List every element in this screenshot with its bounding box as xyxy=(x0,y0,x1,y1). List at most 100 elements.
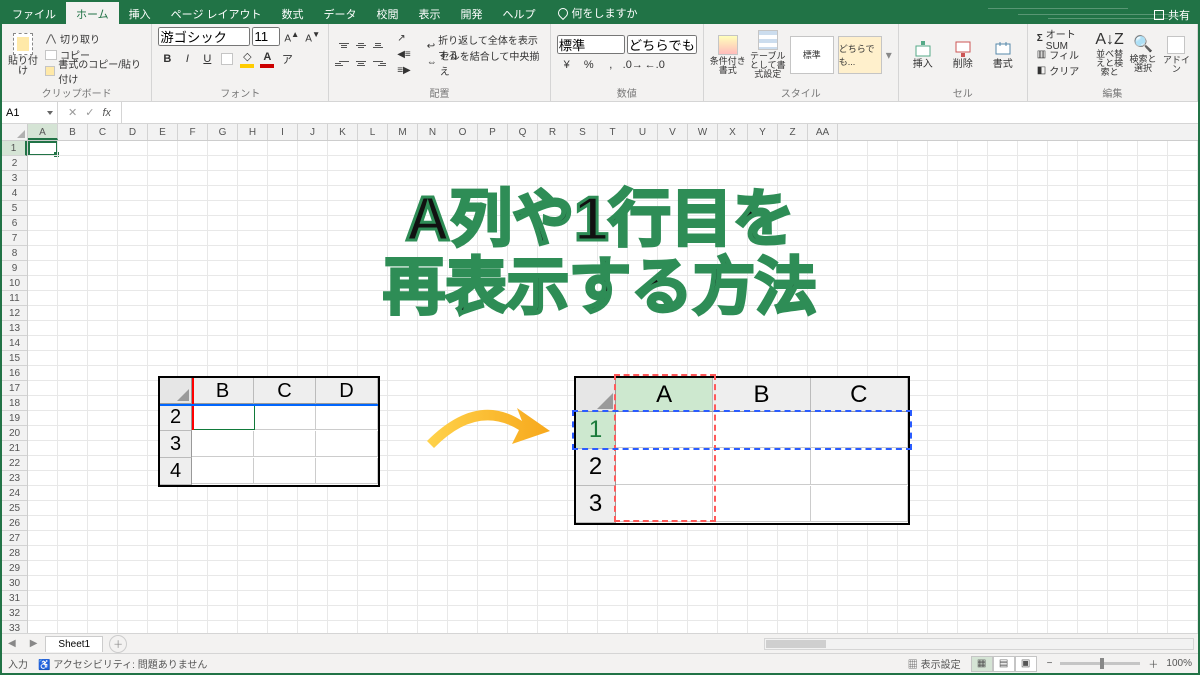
page-break-view-button[interactable]: ▣ xyxy=(1015,656,1037,672)
col-header-U[interactable]: U xyxy=(628,124,658,140)
align-right-button[interactable] xyxy=(369,56,386,72)
col-header-D[interactable]: D xyxy=(118,124,148,140)
number-format-any[interactable] xyxy=(627,35,697,54)
indent-increase-button[interactable]: ≡▶ xyxy=(394,63,414,78)
row-header-3[interactable]: 3 xyxy=(2,171,27,186)
font-size-select[interactable] xyxy=(252,27,280,46)
row-header-33[interactable]: 33 xyxy=(2,621,27,633)
row-header-7[interactable]: 7 xyxy=(2,231,27,246)
zoom-in-button[interactable]: ＋ xyxy=(1148,656,1158,671)
row-header-29[interactable]: 29 xyxy=(2,561,27,576)
row-header-16[interactable]: 16 xyxy=(2,366,27,381)
insert-cells-button[interactable]: 挿入 xyxy=(905,27,941,82)
border-button[interactable] xyxy=(218,50,236,68)
sheet-tab-1[interactable]: Sheet1 xyxy=(45,636,103,652)
font-color-button[interactable]: A xyxy=(258,50,276,68)
accounting-button[interactable]: ¥ xyxy=(557,56,577,74)
row-header-8[interactable]: 8 xyxy=(2,246,27,261)
row-header-10[interactable]: 10 xyxy=(2,276,27,291)
tab-file[interactable]: ファイル xyxy=(2,2,66,24)
col-header-H[interactable]: H xyxy=(238,124,268,140)
tab-home[interactable]: ホーム xyxy=(66,2,119,24)
col-header-K[interactable]: K xyxy=(328,124,358,140)
row-header-11[interactable]: 11 xyxy=(2,291,27,306)
clear-button[interactable]: ◧クリア xyxy=(1034,63,1091,78)
tab-help[interactable]: ヘルプ xyxy=(493,2,546,24)
row-header-23[interactable]: 23 xyxy=(2,471,27,486)
row-header-20[interactable]: 20 xyxy=(2,426,27,441)
tab-review[interactable]: 校閲 xyxy=(367,2,409,24)
tab-dev[interactable]: 開発 xyxy=(451,2,493,24)
align-top-button[interactable] xyxy=(335,38,352,54)
increase-font-button[interactable]: A▲ xyxy=(282,29,301,44)
decrease-decimal-button[interactable]: ←.0 xyxy=(645,56,665,74)
col-header-W[interactable]: W xyxy=(688,124,718,140)
col-header-F[interactable]: F xyxy=(178,124,208,140)
indent-decrease-button[interactable]: ◀≡ xyxy=(394,47,414,62)
row-header-25[interactable]: 25 xyxy=(2,501,27,516)
row-header-13[interactable]: 13 xyxy=(2,321,27,336)
col-header-C[interactable]: C xyxy=(88,124,118,140)
fx-button[interactable]: fx xyxy=(102,107,111,119)
fill-button[interactable]: ▥フィル xyxy=(1034,47,1091,62)
autosum-button[interactable]: Σオート SUM xyxy=(1034,31,1091,46)
col-header-G[interactable]: G xyxy=(208,124,238,140)
percent-button[interactable]: % xyxy=(579,56,599,74)
conditional-format-button[interactable]: 条件付き書式 xyxy=(710,27,746,82)
col-header-M[interactable]: M xyxy=(388,124,418,140)
col-header-J[interactable]: J xyxy=(298,124,328,140)
format-painter-button[interactable]: 書式のコピー/貼り付け xyxy=(42,63,145,78)
row-header-1[interactable]: 1 xyxy=(2,141,27,156)
delete-cells-button[interactable]: 削除 xyxy=(945,27,981,82)
col-header-N[interactable]: N xyxy=(418,124,448,140)
col-header-Z[interactable]: Z xyxy=(778,124,808,140)
col-header-V[interactable]: V xyxy=(658,124,688,140)
col-header-E[interactable]: E xyxy=(148,124,178,140)
italic-button[interactable]: I xyxy=(178,50,196,68)
paste-button[interactable]: 貼り付け xyxy=(8,27,38,82)
cut-button[interactable]: 切り取り xyxy=(42,31,145,46)
tab-view[interactable]: 表示 xyxy=(409,2,451,24)
align-left-button[interactable] xyxy=(335,56,352,72)
row-header-26[interactable]: 26 xyxy=(2,516,27,531)
row-header-19[interactable]: 19 xyxy=(2,411,27,426)
horizontal-scrollbar[interactable] xyxy=(764,638,1194,650)
fill-color-button[interactable]: ◇ xyxy=(238,50,256,68)
underline-button[interactable]: U xyxy=(198,50,216,68)
tab-insert[interactable]: 挿入 xyxy=(119,2,161,24)
cancel-formula-button[interactable]: ✕ xyxy=(68,106,77,119)
row-header-9[interactable]: 9 xyxy=(2,261,27,276)
phonetic-button[interactable]: ア xyxy=(278,50,296,68)
align-middle-button[interactable] xyxy=(352,38,369,54)
tab-formulas[interactable]: 数式 xyxy=(272,2,314,24)
sheet-nav-next[interactable]: ▶ xyxy=(24,638,44,649)
col-header-AA[interactable]: AA xyxy=(808,124,838,140)
decrease-font-button[interactable]: A▼ xyxy=(303,29,322,44)
col-header-A[interactable]: A xyxy=(28,124,58,140)
row-header-6[interactable]: 6 xyxy=(2,216,27,231)
zoom-out-button[interactable]: − xyxy=(1047,658,1053,669)
col-header-S[interactable]: S xyxy=(568,124,598,140)
row-header-2[interactable]: 2 xyxy=(2,156,27,171)
orientation-button[interactable]: ↗ xyxy=(394,31,414,46)
select-all-corner[interactable] xyxy=(2,124,28,141)
row-header-12[interactable]: 12 xyxy=(2,306,27,321)
col-header-Q[interactable]: Q xyxy=(508,124,538,140)
row-header-5[interactable]: 5 xyxy=(2,201,27,216)
tell-me[interactable]: 何をしますか xyxy=(550,2,646,24)
bold-button[interactable]: B xyxy=(158,50,176,68)
col-header-B[interactable]: B xyxy=(58,124,88,140)
row-header-21[interactable]: 21 xyxy=(2,441,27,456)
normal-view-button[interactable]: ▦ xyxy=(971,656,993,672)
row-header-32[interactable]: 32 xyxy=(2,606,27,621)
enter-formula-button[interactable]: ✓ xyxy=(85,106,94,119)
tab-data[interactable]: データ xyxy=(314,2,367,24)
sort-filter-button[interactable]: A↓Z並べ替えと検索と xyxy=(1095,27,1124,82)
tab-pagelayout[interactable]: ページ レイアウト xyxy=(161,2,272,24)
row-header-27[interactable]: 27 xyxy=(2,531,27,546)
col-header-X[interactable]: X xyxy=(718,124,748,140)
col-header-R[interactable]: R xyxy=(538,124,568,140)
display-settings-button[interactable]: ▦ 表示設定 xyxy=(908,656,961,671)
row-header-14[interactable]: 14 xyxy=(2,336,27,351)
name-box[interactable]: A1 xyxy=(2,102,58,123)
